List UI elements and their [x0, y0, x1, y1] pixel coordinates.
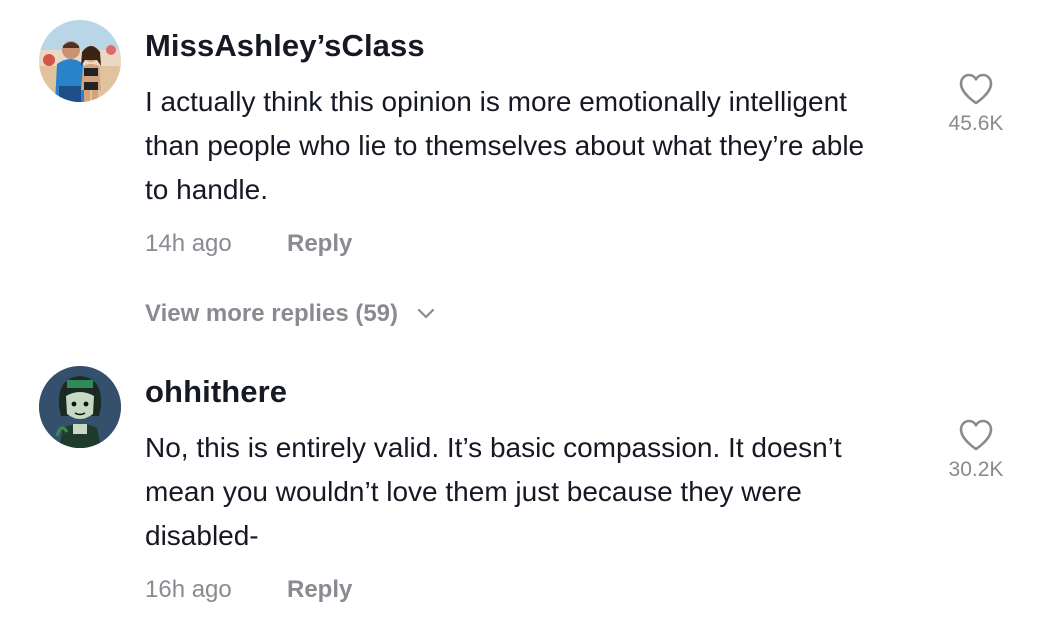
comment-text: No, this is entirely valid. It’s basic c… [145, 432, 842, 551]
view-more-replies-label: View more replies (59) [145, 300, 399, 327]
user-avatar-photo-icon [39, 20, 121, 102]
heart-outline-icon [959, 419, 993, 451]
like-count: 30.2K [948, 458, 1004, 481]
heart-outline-icon [959, 73, 993, 105]
chevron-down-icon [417, 299, 435, 327]
like-button[interactable]: 45.6K [940, 72, 1012, 136]
avatar[interactable] [39, 366, 121, 448]
user-avatar-cartoon-icon [39, 366, 121, 448]
comment-timestamp: 16h ago [145, 576, 232, 603]
comment-meta: 14h ago Reply [145, 230, 352, 258]
like-count: 45.6K [948, 112, 1004, 135]
comment-username[interactable]: MissAshley’sClass [145, 28, 425, 64]
comment-timestamp: 14h ago [145, 230, 232, 257]
comment-meta: 16h ago Reply [145, 576, 352, 604]
view-more-replies-button[interactable]: View more replies (59) [145, 300, 435, 328]
reply-button[interactable]: Reply [287, 576, 352, 604]
reply-button[interactable]: Reply [287, 230, 352, 258]
avatar[interactable] [39, 20, 121, 102]
comment-username[interactable]: ohhithere [145, 374, 287, 410]
comment-text: I actually think this opinion is more em… [145, 86, 865, 205]
like-button[interactable]: 30.2K [940, 418, 1012, 482]
